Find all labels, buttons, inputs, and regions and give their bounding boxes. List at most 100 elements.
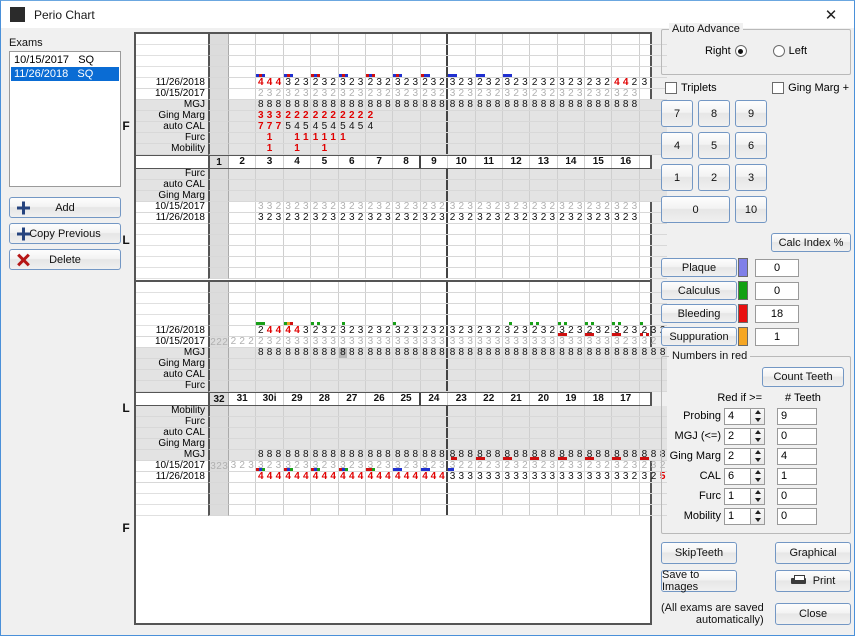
auto-advance-right-radio[interactable]: Right: [705, 45, 751, 57]
tooth-cell[interactable]: [339, 56, 366, 66]
skipped-tooth-cell[interactable]: [208, 472, 229, 483]
tooth-cell[interactable]: [229, 494, 256, 504]
tooth-cell[interactable]: [585, 417, 612, 427]
tooth-cell[interactable]: [366, 56, 393, 66]
tooth-cell[interactable]: [612, 406, 639, 416]
skipped-tooth-cell[interactable]: [208, 370, 229, 381]
tooth-cell[interactable]: [612, 370, 639, 380]
tooth-cell[interactable]: 888: [448, 348, 475, 358]
tooth-cell[interactable]: [503, 169, 530, 179]
tooth-cell[interactable]: [311, 169, 338, 179]
tooth-cell[interactable]: 232: [476, 326, 503, 336]
tooth-cell[interactable]: [366, 257, 393, 267]
skipped-tooth-cell[interactable]: [208, 494, 229, 505]
skipped-tooth-cell[interactable]: [208, 505, 229, 516]
tooth-cell[interactable]: [256, 56, 283, 66]
tooth-cell[interactable]: [558, 235, 585, 245]
tooth-cell[interactable]: [476, 304, 503, 314]
tooth-cell[interactable]: [393, 406, 420, 416]
tooth-cell[interactable]: [393, 144, 420, 154]
tooth-cell[interactable]: [585, 359, 612, 369]
tooth-number[interactable]: 30i: [256, 393, 283, 405]
tooth-cell[interactable]: [585, 144, 612, 154]
tooth-cell[interactable]: [421, 359, 448, 369]
tooth-cell[interactable]: [311, 180, 338, 190]
tooth-cell[interactable]: [503, 304, 530, 314]
tooth-cell[interactable]: [229, 359, 256, 369]
tooth-cell[interactable]: [339, 224, 366, 234]
skipped-tooth-cell[interactable]: [208, 282, 229, 293]
tooth-cell[interactable]: 222: [339, 111, 366, 121]
tooth-cell[interactable]: [284, 191, 311, 201]
tooth-cell[interactable]: [256, 483, 283, 493]
tooth-cell[interactable]: [339, 144, 366, 154]
tooth-cell[interactable]: 323: [366, 461, 393, 471]
tooth-cell[interactable]: [366, 494, 393, 504]
tooth-cell[interactable]: [284, 282, 311, 292]
tooth-cell[interactable]: [503, 483, 530, 493]
tooth-cell[interactable]: 333: [503, 472, 530, 482]
spinner-arrows-icon[interactable]: [751, 508, 765, 525]
tooth-cell[interactable]: 888: [339, 100, 366, 110]
skipped-tooth-cell[interactable]: [208, 439, 229, 450]
tooth-number[interactable]: 11: [476, 156, 503, 168]
tooth-cell[interactable]: [612, 483, 639, 493]
tooth-cell[interactable]: 333: [256, 111, 283, 121]
tooth-cell[interactable]: [558, 268, 585, 278]
tooth-cell[interactable]: [503, 439, 530, 449]
tooth-cell[interactable]: [503, 133, 530, 143]
tooth-cell[interactable]: [284, 56, 311, 66]
tooth-cell[interactable]: [421, 370, 448, 380]
tooth-cell[interactable]: [503, 417, 530, 427]
tooth-cell[interactable]: [339, 268, 366, 278]
mobility-row-upper-facial[interactable]: Mobility111: [136, 144, 650, 155]
tooth-cell[interactable]: [311, 235, 338, 245]
blank-row[interactable]: [136, 56, 650, 67]
skipped-tooth-cell[interactable]: [208, 180, 229, 191]
blank-row[interactable]: [136, 483, 650, 494]
tooth-cell[interactable]: [585, 246, 612, 256]
tooth-cell[interactable]: 888: [530, 348, 557, 358]
tooth-cell[interactable]: [421, 144, 448, 154]
tooth-cell[interactable]: 323: [612, 337, 639, 347]
tooth-cell[interactable]: [476, 315, 503, 325]
auto-cal-row-lower-facial[interactable]: auto CAL: [136, 428, 650, 439]
tooth-cell[interactable]: 323: [503, 89, 530, 99]
tooth-cell[interactable]: [229, 78, 256, 88]
triplets-checkbox[interactable]: Triplets: [665, 82, 717, 94]
tooth-cell[interactable]: [530, 257, 557, 267]
tooth-cell[interactable]: [530, 133, 557, 143]
tooth-cell[interactable]: [229, 224, 256, 234]
tooth-cell[interactable]: 323: [339, 326, 366, 336]
tooth-cell[interactable]: [530, 359, 557, 369]
calc-index-button[interactable]: Calc Index %: [771, 233, 851, 252]
tooth-cell[interactable]: [530, 428, 557, 438]
tooth-cell[interactable]: [448, 268, 475, 278]
tooth-cell[interactable]: 444: [256, 472, 283, 482]
tooth-cell[interactable]: [421, 180, 448, 190]
tooth-cell[interactable]: [393, 169, 420, 179]
tooth-cell[interactable]: 888: [612, 450, 639, 460]
tooth-cell[interactable]: [393, 370, 420, 380]
tooth-number[interactable]: 31: [229, 393, 256, 405]
tooth-cell[interactable]: [448, 169, 475, 179]
skipped-tooth-cell[interactable]: [208, 100, 229, 111]
tooth-cell[interactable]: [393, 315, 420, 325]
tooth-cell[interactable]: [476, 359, 503, 369]
tooth-cell[interactable]: 232: [476, 78, 503, 88]
tooth-cell[interactable]: [256, 235, 283, 245]
skipped-tooth-cell[interactable]: [208, 235, 229, 246]
skipped-tooth-cell[interactable]: [208, 406, 229, 417]
tooth-cell[interactable]: [503, 293, 530, 303]
tooth-cell[interactable]: [448, 180, 475, 190]
tooth-cell[interactable]: [311, 268, 338, 278]
tooth-cell[interactable]: [530, 315, 557, 325]
tooth-cell[interactable]: [229, 381, 256, 391]
tooth-cell[interactable]: [448, 34, 475, 44]
tooth-cell[interactable]: [393, 235, 420, 245]
tooth-cell[interactable]: 232: [256, 337, 283, 347]
skipped-tooth-cell[interactable]: [208, 169, 229, 180]
tooth-cell[interactable]: [448, 428, 475, 438]
tooth-cell[interactable]: [421, 122, 448, 132]
tooth-number[interactable]: 22: [476, 393, 503, 405]
